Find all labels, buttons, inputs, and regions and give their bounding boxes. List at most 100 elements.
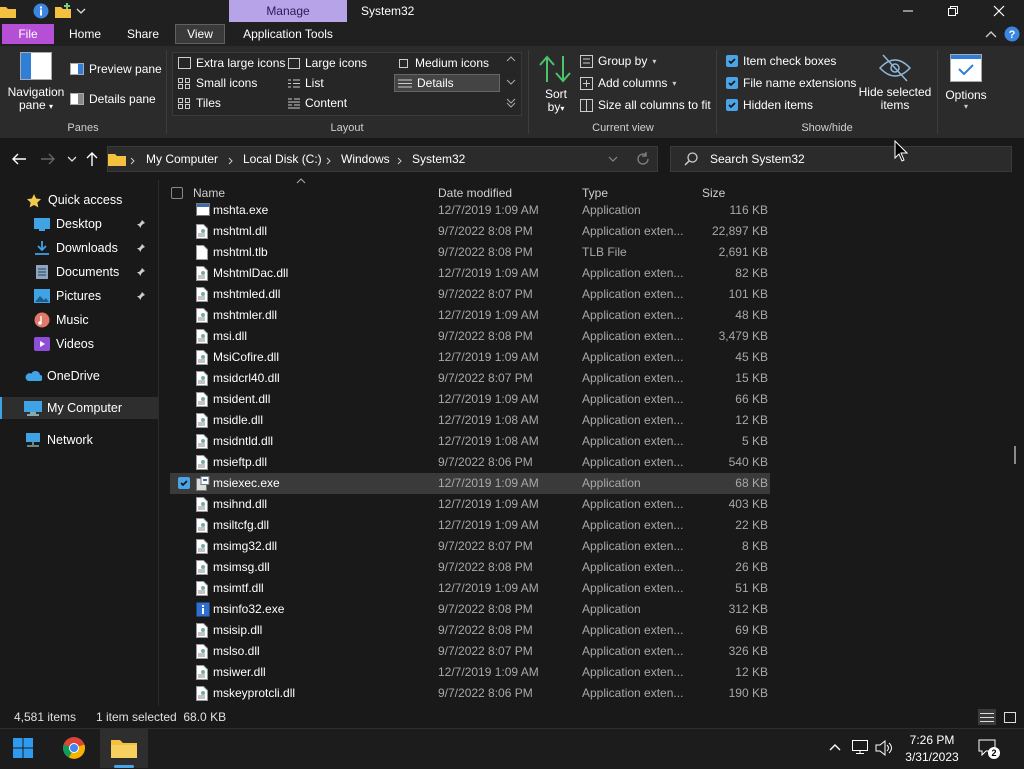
extra-large-icons-option[interactable]: Extra large icons	[178, 56, 285, 70]
list-option[interactable]: List	[288, 76, 324, 90]
chrome-taskbar-button[interactable]	[62, 736, 86, 760]
pin-icon[interactable]	[136, 219, 146, 229]
nav-documents[interactable]: Documents	[0, 261, 158, 283]
file-row[interactable]: msisip.dll 9/7/2022 8:08 PM Application ex…	[170, 620, 770, 641]
file-name-extensions-toggle[interactable]: File name extensions	[726, 76, 856, 90]
scrollbar-thumb[interactable]	[1014, 446, 1016, 464]
properties-icon[interactable]	[33, 3, 49, 19]
file-row[interactable]: msieftp.dll 9/7/2022 8:06 PM Application e…	[170, 452, 770, 473]
start-button[interactable]	[13, 738, 33, 758]
tab-share[interactable]: Share	[118, 24, 168, 44]
file-row[interactable]: msiwer.dll 12/7/2019 1:09 AM Application e…	[170, 662, 770, 683]
close-button[interactable]	[976, 0, 1022, 22]
volume-tray-button[interactable]	[875, 740, 893, 756]
small-icons-option[interactable]: Small icons	[178, 76, 257, 90]
breadcrumb-system32[interactable]: System32	[412, 152, 465, 166]
nav-downloads[interactable]: Downloads	[0, 237, 158, 259]
file-row[interactable]: mshtmler.dll 12/7/2019 1:09 AM Application…	[170, 305, 770, 326]
preview-pane-button[interactable]: Preview pane	[70, 62, 162, 76]
help-icon[interactable]: ?	[1004, 26, 1020, 42]
options-button[interactable]: Options ▾	[940, 54, 992, 118]
file-row[interactable]: mshtmled.dll 9/7/2022 8:07 PM Application …	[170, 284, 770, 305]
file-row[interactable]: msi.dll 9/7/2022 8:08 PM Application exten…	[170, 326, 770, 347]
add-columns-button[interactable]: Add columns ▾	[580, 76, 676, 90]
clock-date[interactable]: 3/31/2023	[898, 750, 966, 764]
file-row[interactable]: mskeyprotcli.dll 9/7/2022 8:06 PM Applicat…	[170, 683, 770, 704]
restore-button[interactable]	[930, 0, 976, 22]
file-row[interactable]: msiexec.exe 12/7/2019 1:09 AM Application 6…	[170, 473, 770, 494]
layout-expand-icon[interactable]	[506, 97, 516, 109]
nav-videos[interactable]: Videos	[0, 333, 158, 355]
breadcrumb-local-disk[interactable]: Local Disk (C:)	[243, 152, 322, 166]
nav-my-computer[interactable]: My Computer	[0, 397, 158, 419]
back-button[interactable]	[11, 152, 27, 166]
pin-icon[interactable]	[136, 267, 146, 277]
file-row[interactable]: msimtf.dll 12/7/2019 1:09 AM Application e…	[170, 578, 770, 599]
details-view-button[interactable]	[978, 709, 996, 725]
layout-scroll-down-icon[interactable]	[506, 78, 516, 86]
nav-pictures[interactable]: Pictures	[0, 285, 158, 307]
file-row[interactable]: msihnd.dll 12/7/2019 1:09 AM Application e…	[170, 494, 770, 515]
file-row[interactable]: msinfo32.exe 9/7/2022 8:08 PM Application 3…	[170, 599, 770, 620]
recent-locations-button[interactable]	[67, 155, 77, 163]
address-history-button[interactable]	[608, 155, 618, 163]
file-row[interactable]: msidcrl40.dll 9/7/2022 8:07 PM Application…	[170, 368, 770, 389]
network-tray-button[interactable]	[851, 739, 869, 755]
tiles-option[interactable]: Tiles	[178, 96, 221, 110]
tab-application-tools[interactable]: Application Tools	[236, 24, 340, 44]
file-row[interactable]: MshtmlDac.dll 12/7/2019 1:09 AM Applicatio…	[170, 263, 770, 284]
large-icons-option[interactable]: Large icons	[288, 56, 367, 70]
collapse-ribbon-icon[interactable]	[984, 28, 998, 40]
nav-music[interactable]: Music	[0, 309, 158, 331]
new-folder-icon[interactable]	[55, 3, 73, 19]
column-header-date-modified[interactable]: Date modified	[438, 186, 512, 200]
file-row[interactable]: msidle.dll 12/7/2019 1:08 AM Application e…	[170, 410, 770, 431]
nav-network[interactable]: Network	[0, 429, 158, 451]
file-row[interactable]: msimg32.dll 9/7/2022 8:07 PM Application e…	[170, 536, 770, 557]
show-hidden-icons-button[interactable]	[829, 742, 841, 752]
up-button[interactable]	[85, 151, 99, 167]
minimize-button[interactable]	[885, 0, 931, 22]
size-all-columns-button[interactable]: Size all columns to fit	[580, 98, 711, 112]
hide-selected-items-button[interactable]: Hide selected items	[858, 52, 932, 118]
file-row[interactable]: mshta.exe 12/7/2019 1:09 AM Application 116…	[170, 200, 770, 221]
file-row[interactable]: mshtml.dll 9/7/2022 8:08 PM Application ex…	[170, 221, 770, 242]
breadcrumb-my-computer[interactable]: My Computer	[146, 152, 218, 166]
group-by-button[interactable]: Group by ▾	[580, 54, 656, 68]
clock-time[interactable]: 7:26 PM	[898, 733, 966, 747]
breadcrumb-windows[interactable]: Windows	[341, 152, 390, 166]
column-header-size[interactable]: Size	[702, 186, 725, 200]
file-row[interactable]: MsiCofire.dll 12/7/2019 1:09 AM Applicatio…	[170, 347, 770, 368]
tab-view[interactable]: View	[175, 24, 225, 44]
details-pane-button[interactable]: Details pane	[70, 92, 156, 106]
nav-quick-access[interactable]: Quick access	[0, 189, 158, 211]
navigation-pane-button[interactable]: Navigation pane ▾	[6, 52, 66, 116]
row-checkbox[interactable]	[178, 477, 190, 489]
medium-icons-option[interactable]: Medium icons	[398, 56, 489, 70]
select-all-checkbox[interactable]	[171, 187, 183, 199]
file-row[interactable]: msident.dll 12/7/2019 1:09 AM Application …	[170, 389, 770, 410]
layout-scroll-up-icon[interactable]	[506, 55, 516, 63]
file-row[interactable]: msimsg.dll 9/7/2022 8:08 PM Application ex…	[170, 557, 770, 578]
pin-icon[interactable]	[136, 243, 146, 253]
nav-desktop[interactable]: Desktop	[0, 213, 158, 235]
pin-icon[interactable]	[136, 291, 146, 301]
content-option[interactable]: Content	[288, 96, 347, 110]
sort-by-button[interactable]: Sort by▾	[536, 54, 576, 118]
refresh-button[interactable]	[636, 152, 650, 166]
quick-access-toolbar-dropdown-icon[interactable]	[76, 6, 86, 16]
file-explorer-taskbar-button[interactable]	[100, 728, 148, 768]
column-header-name[interactable]: Name	[193, 186, 225, 200]
manage-context-tab[interactable]: Manage	[229, 0, 347, 22]
notifications-button[interactable]: 2	[978, 739, 1000, 759]
column-header-type[interactable]: Type	[582, 186, 608, 200]
file-row[interactable]: mslso.dll 9/7/2022 8:07 PM Application ext…	[170, 641, 770, 662]
file-row[interactable]: msiltcfg.dll 12/7/2019 1:09 AM Application…	[170, 515, 770, 536]
file-row[interactable]: mshtml.tlb 9/7/2022 8:08 PM TLB File 2,691 …	[170, 242, 770, 263]
nav-onedrive[interactable]: OneDrive	[0, 365, 158, 387]
tab-home[interactable]: Home	[60, 24, 110, 44]
details-option[interactable]: Details	[398, 76, 454, 90]
forward-button[interactable]	[40, 152, 56, 166]
item-check-boxes-toggle[interactable]: Item check boxes	[726, 54, 836, 68]
hidden-items-toggle[interactable]: Hidden items	[726, 98, 813, 112]
